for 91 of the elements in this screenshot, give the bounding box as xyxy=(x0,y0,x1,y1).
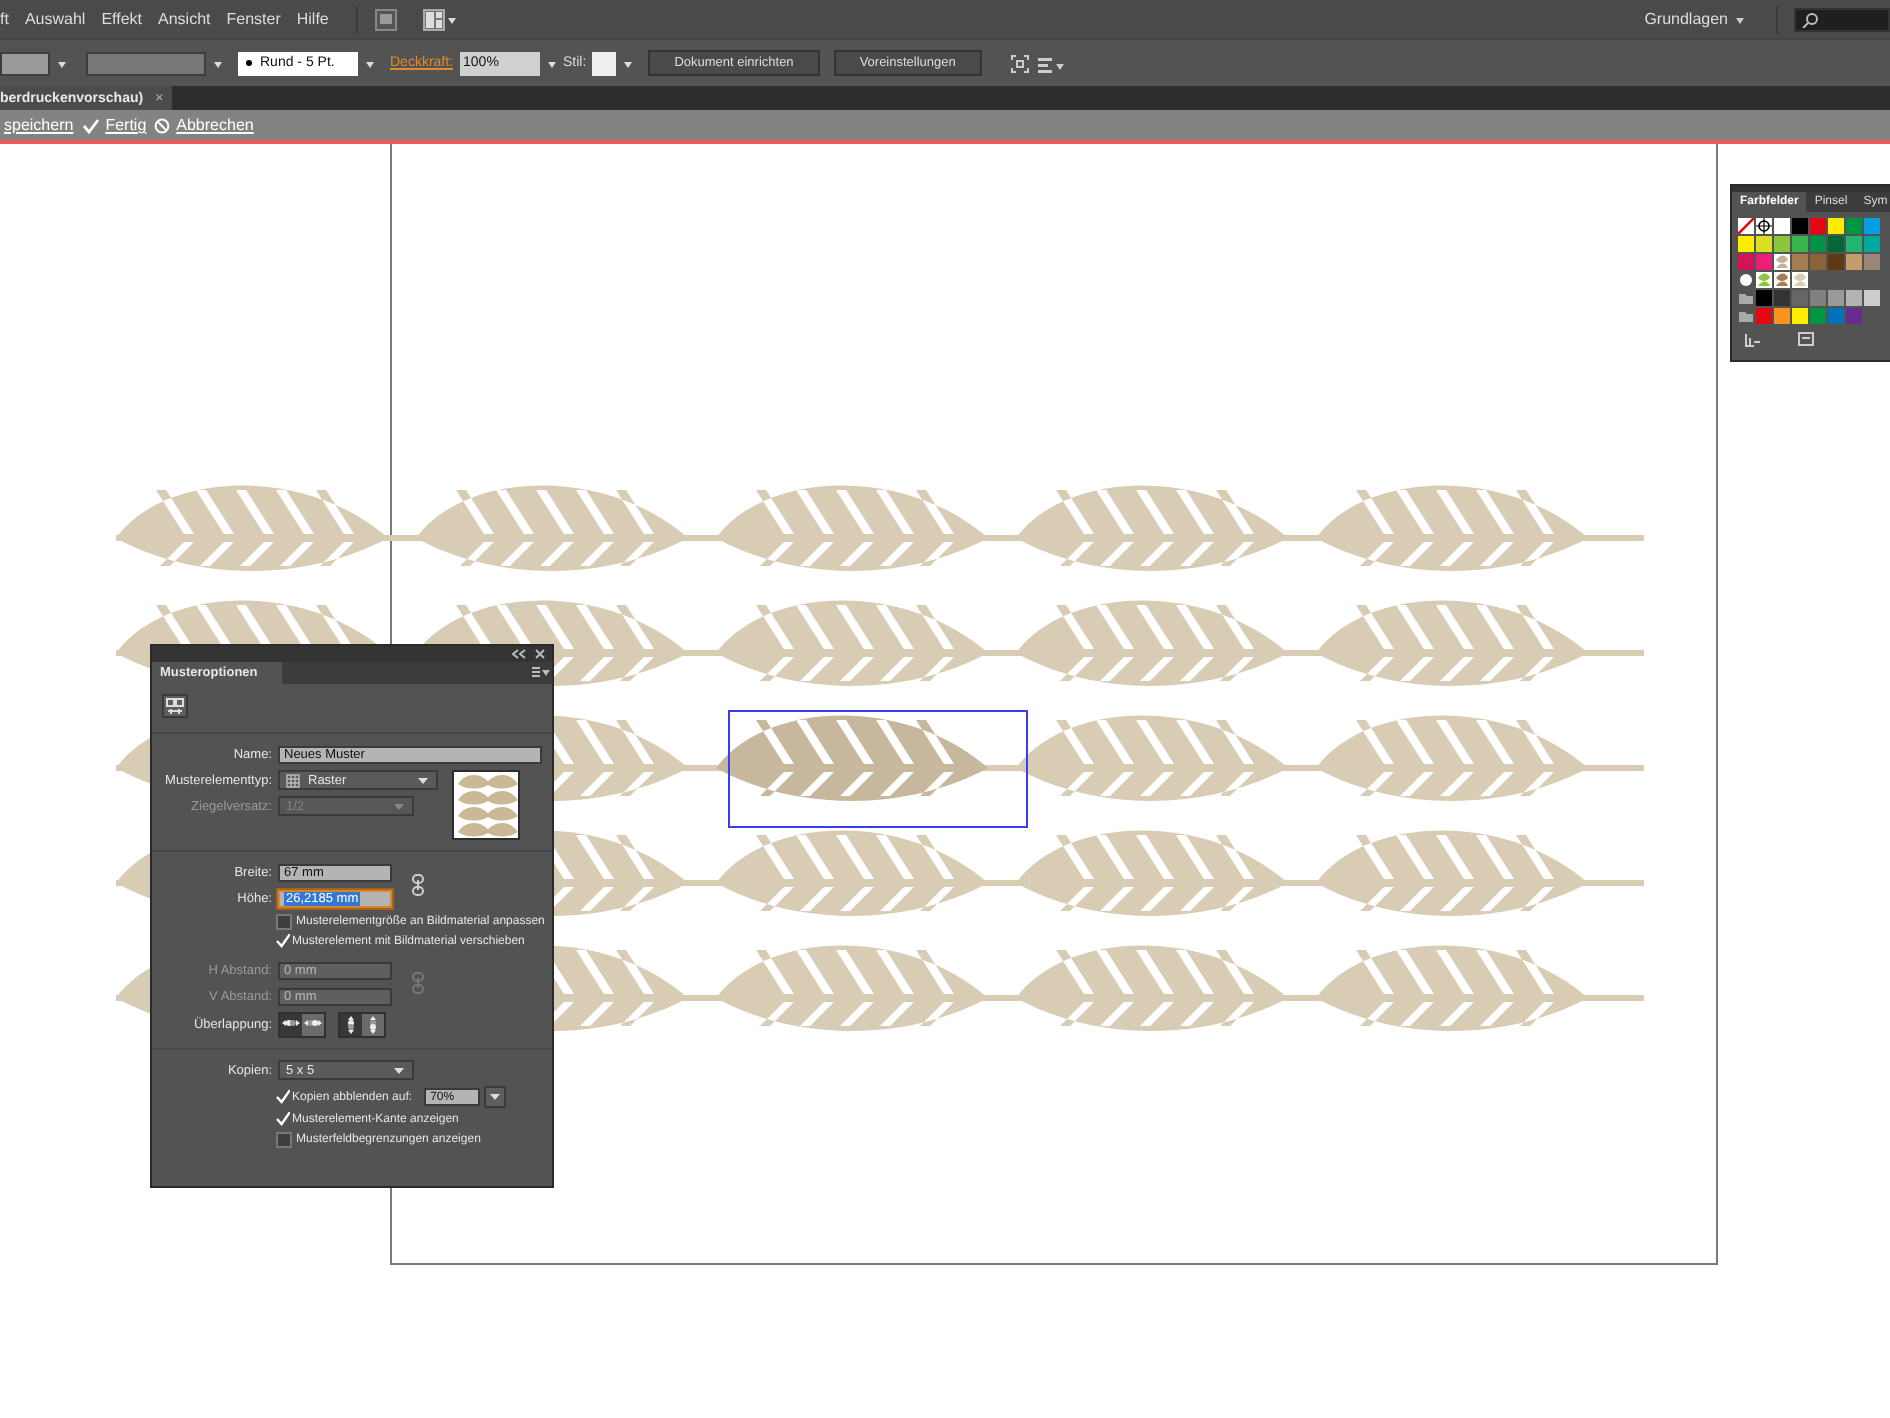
overlap-icon xyxy=(366,1016,380,1034)
color-swatch[interactable] xyxy=(1792,218,1808,234)
color-swatch[interactable] xyxy=(1828,308,1844,324)
color-swatch[interactable] xyxy=(1774,308,1790,324)
color-swatch[interactable] xyxy=(1846,254,1862,270)
pattern-preview-thumbnail xyxy=(452,770,520,840)
color-swatch[interactable] xyxy=(1810,308,1826,324)
color-swatch[interactable] xyxy=(1756,308,1772,324)
dropdown-arrow-icon[interactable] xyxy=(545,57,558,69)
color-swatch[interactable] xyxy=(1756,236,1772,252)
color-swatch[interactable] xyxy=(1828,254,1844,270)
pattern-swatch[interactable] xyxy=(1738,272,1754,288)
checkmark-icon xyxy=(81,117,100,133)
menu-item[interactable]: Effekt xyxy=(101,10,155,28)
color-swatch[interactable] xyxy=(1864,218,1880,234)
brush-dot-icon xyxy=(246,60,252,66)
color-swatch[interactable] xyxy=(1828,236,1844,252)
color-swatch[interactable] xyxy=(1792,290,1808,306)
menu-item[interactable]: Fenster xyxy=(226,10,293,28)
none-swatch[interactable] xyxy=(1738,218,1754,234)
dropdown-arrow-icon[interactable] xyxy=(622,57,635,69)
color-swatch[interactable] xyxy=(1846,218,1862,234)
pattern-tile-tool-button[interactable] xyxy=(162,694,188,718)
color-swatch[interactable] xyxy=(1864,236,1880,252)
color-swatch[interactable] xyxy=(1846,236,1862,252)
color-swatch[interactable] xyxy=(1846,308,1862,324)
left-in-front-button[interactable] xyxy=(280,1014,302,1036)
color-swatch[interactable] xyxy=(1738,236,1754,252)
pattern-tile-boundary[interactable] xyxy=(728,710,1028,828)
link-icon[interactable] xyxy=(410,874,426,896)
dropdown-arrow-icon[interactable] xyxy=(212,57,224,69)
color-swatch[interactable] xyxy=(1756,254,1772,270)
bottom-in-front-button[interactable] xyxy=(362,1014,384,1036)
color-swatch[interactable] xyxy=(1774,290,1790,306)
menu-item[interactable]: ft xyxy=(0,10,21,28)
search-field[interactable] xyxy=(1794,7,1890,31)
swatch-libraries-icon[interactable] xyxy=(1744,332,1762,348)
color-swatch[interactable] xyxy=(1864,290,1880,306)
top-in-front-button[interactable] xyxy=(340,1014,362,1036)
color-swatch[interactable] xyxy=(1810,218,1826,234)
pattern-done-link[interactable]: Fertig xyxy=(105,116,147,134)
pattern-cancel-link[interactable]: Abbrechen xyxy=(176,116,254,134)
dropdown-arrow-icon[interactable] xyxy=(364,57,376,69)
arrange-documents-icon[interactable] xyxy=(422,7,459,31)
color-swatch[interactable] xyxy=(1828,218,1844,234)
menu-item[interactable]: Hilfe xyxy=(296,10,341,28)
color-swatch[interactable] xyxy=(1864,254,1880,270)
isolate-icon[interactable] xyxy=(1009,53,1030,73)
menu-item[interactable]: Auswahl xyxy=(24,10,98,28)
caret-icon xyxy=(1736,15,1744,23)
fill-field[interactable] xyxy=(86,51,206,75)
pattern-swatch[interactable] xyxy=(1756,272,1772,288)
color-swatch[interactable] xyxy=(1756,290,1772,306)
close-icon[interactable] xyxy=(534,648,546,660)
pattern-swatch[interactable] xyxy=(1774,254,1790,270)
show-kinds-icon[interactable] xyxy=(1798,332,1814,348)
search-icon xyxy=(1802,11,1818,27)
color-swatch[interactable] xyxy=(1774,236,1790,252)
color-swatch[interactable] xyxy=(1828,290,1844,306)
color-swatch[interactable] xyxy=(1792,236,1808,252)
dropdown-arrow-icon[interactable] xyxy=(56,57,68,69)
align-icon[interactable] xyxy=(1035,53,1064,73)
registration-swatch[interactable] xyxy=(1756,218,1772,234)
collapse-icon[interactable] xyxy=(512,648,526,660)
color-swatch[interactable] xyxy=(1810,236,1826,252)
workspace-switcher[interactable]: Grundlagen xyxy=(1644,10,1744,28)
color-swatch[interactable] xyxy=(1792,254,1808,270)
pattern-tile-tool-icon xyxy=(166,697,184,715)
grid-icon xyxy=(286,773,300,787)
dropdown-arrow-icon xyxy=(392,1063,406,1077)
color-swatch[interactable] xyxy=(1774,218,1790,234)
checkbox[interactable] xyxy=(276,1132,292,1148)
panel-menu-icon[interactable] xyxy=(532,662,552,680)
pattern-save-link[interactable]: speichern xyxy=(4,116,74,134)
checkbox[interactable] xyxy=(276,914,292,930)
pattern-swatch[interactable] xyxy=(1774,272,1790,288)
checkmark-icon xyxy=(276,934,290,948)
cancel-icon xyxy=(154,117,171,133)
pattern-swatch[interactable] xyxy=(1792,272,1808,288)
menu-item[interactable]: Ansicht xyxy=(158,10,223,28)
color-swatch[interactable] xyxy=(1738,254,1754,270)
style-swatch[interactable] xyxy=(592,51,617,75)
right-in-front-button[interactable] xyxy=(302,1014,324,1036)
color-swatch[interactable] xyxy=(1792,308,1808,324)
color-swatch[interactable] xyxy=(1810,290,1826,306)
color-swatch[interactable] xyxy=(1810,254,1826,270)
color-swatch[interactable] xyxy=(1846,290,1862,306)
stroke-field[interactable] xyxy=(0,51,50,75)
overlap-icon xyxy=(344,1016,358,1034)
dropdown-arrow-icon[interactable] xyxy=(488,1090,503,1104)
workspace-label: Grundlagen xyxy=(1644,10,1728,28)
